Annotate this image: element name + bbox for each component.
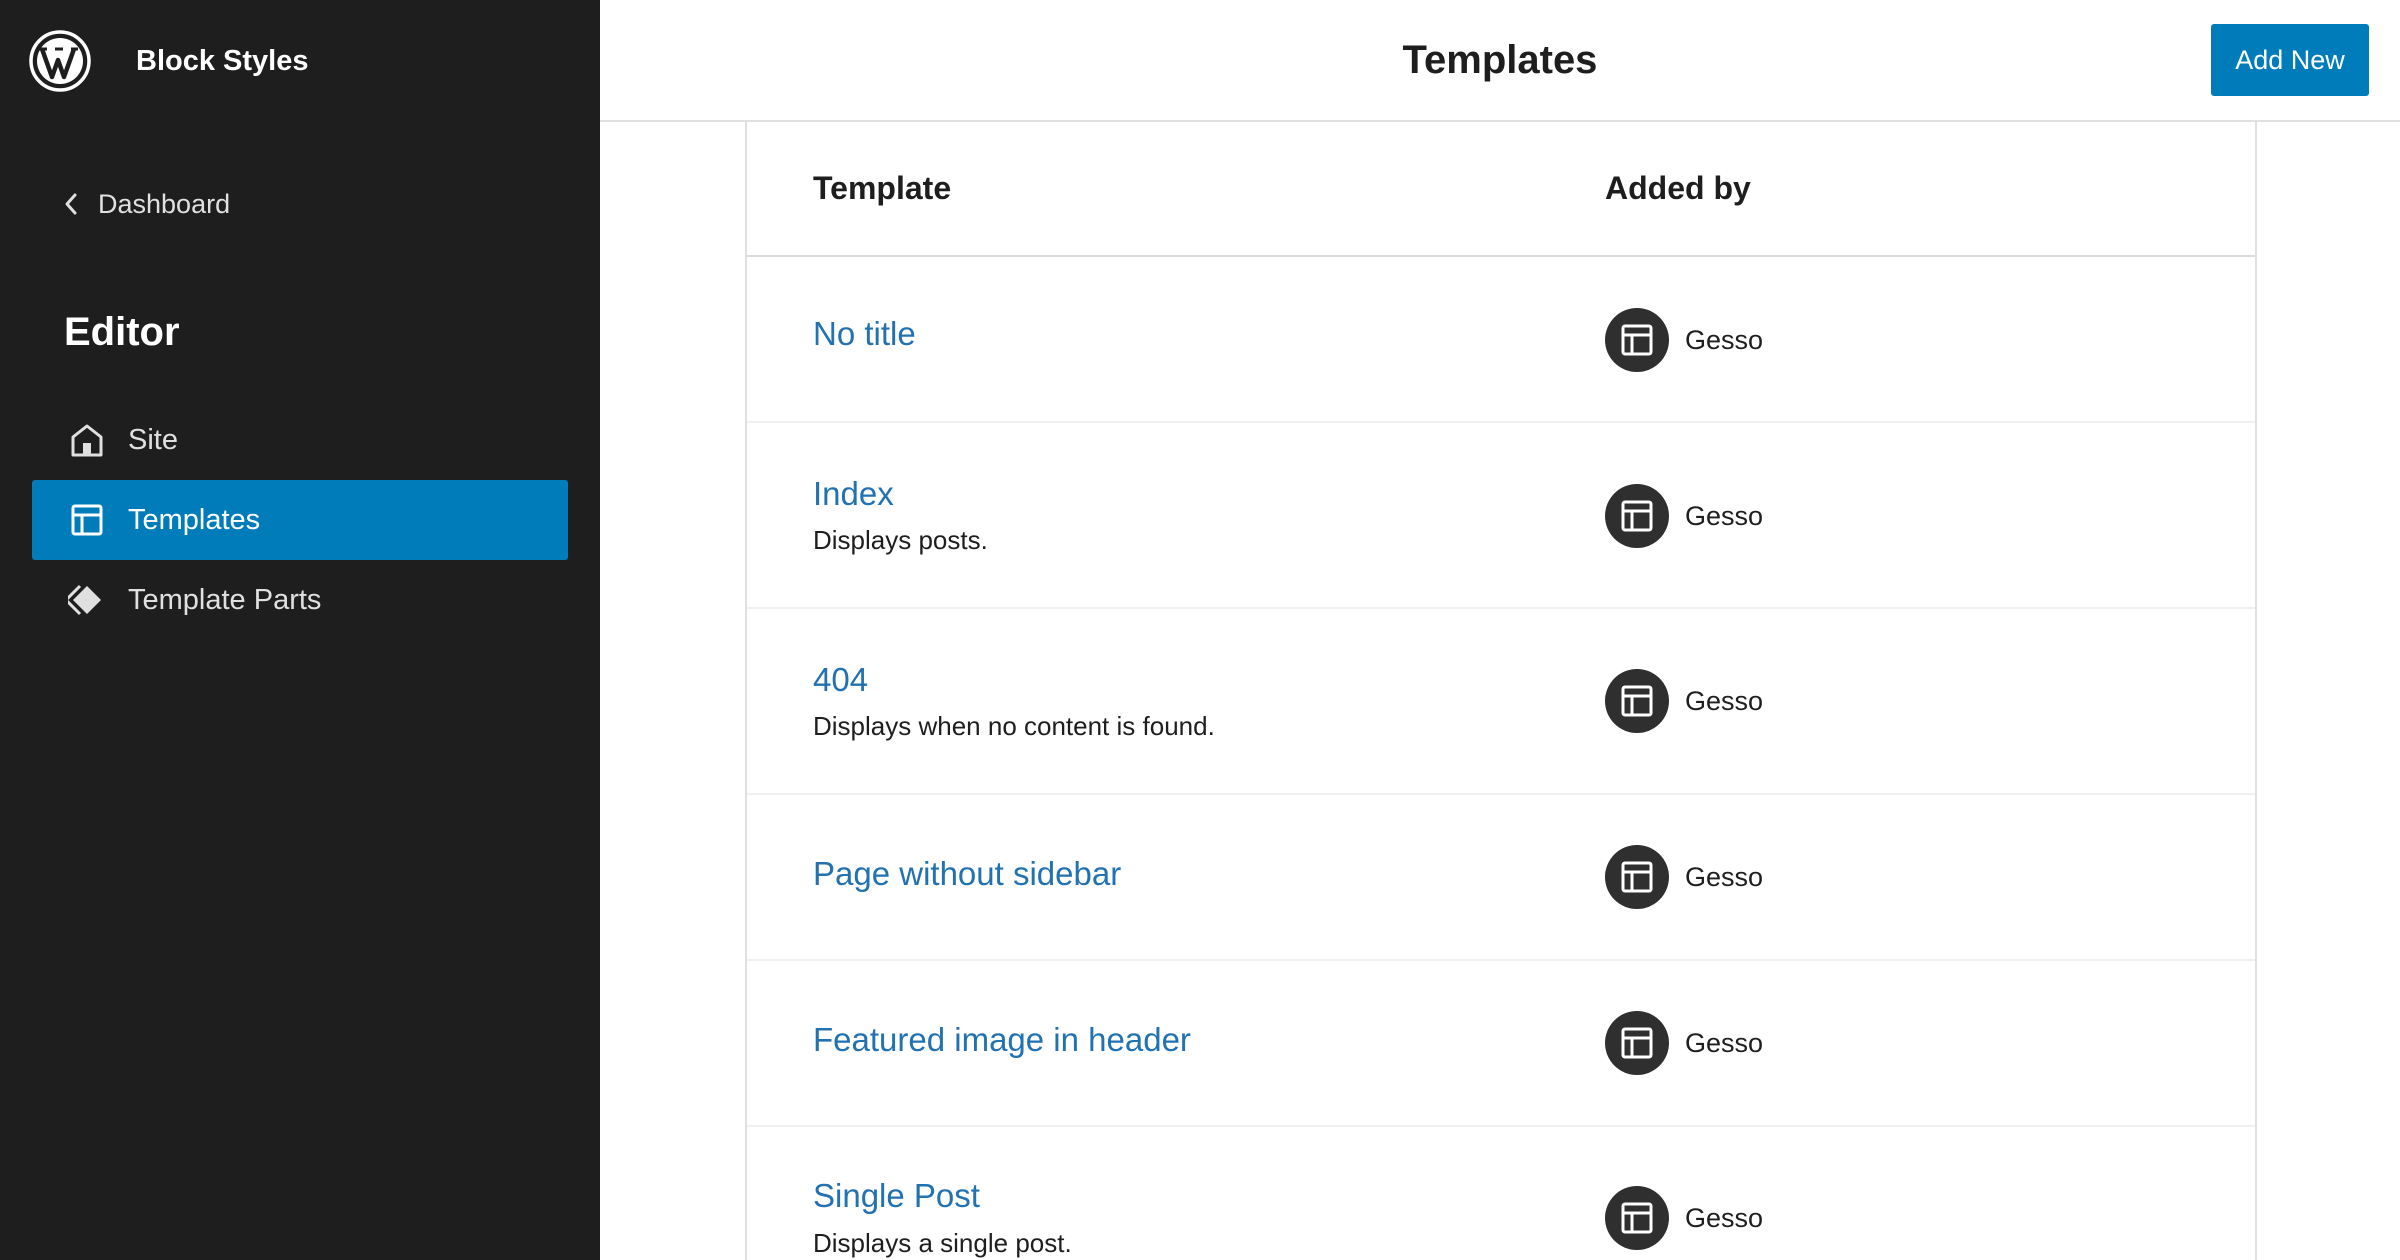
table-row: 404 Displays when no content is found. G… xyxy=(747,609,2255,795)
header: Templates Add New xyxy=(600,0,2400,122)
template-title-link[interactable]: Featured image in header xyxy=(813,1021,1191,1059)
table-header: Template Added by xyxy=(747,122,2255,257)
layout-icon xyxy=(1621,324,1653,356)
nav-item-label: Template Parts xyxy=(128,583,322,616)
site-hub: Block Styles xyxy=(28,28,308,94)
author-cell: Gesso xyxy=(1605,1186,1763,1250)
author-name: Gesso xyxy=(1685,1027,1764,1058)
nav-item-site[interactable]: Site xyxy=(32,400,568,480)
author-cell: Gesso xyxy=(1605,1011,1763,1075)
wordpress-logo-icon[interactable] xyxy=(28,29,92,93)
template-title-link[interactable]: No title xyxy=(813,315,916,353)
template-title-link[interactable]: 404 xyxy=(813,661,868,699)
layout-icon xyxy=(1621,500,1653,532)
nav-item-template-parts[interactable]: Template Parts xyxy=(32,560,568,640)
template-description: Displays a single post. xyxy=(813,1228,1072,1258)
layout-icon xyxy=(1621,1027,1653,1059)
author-cell: Gesso xyxy=(1605,484,1763,548)
table-row: Featured image in header Gesso xyxy=(747,961,2255,1127)
author-avatar xyxy=(1605,669,1669,733)
column-header-added-by: Added by xyxy=(1605,170,1751,206)
editor-heading: Editor xyxy=(64,310,180,354)
layout-icon xyxy=(71,504,103,536)
site-title[interactable]: Block Styles xyxy=(136,28,308,94)
templates-table: Template Added by No title Gesso Index D… xyxy=(745,122,2257,1260)
templates-list: Template Added by No title Gesso Index D… xyxy=(600,122,2400,1260)
author-name: Gesso xyxy=(1685,1202,1764,1233)
nav-item-templates[interactable]: Templates xyxy=(32,480,568,560)
author-avatar xyxy=(1605,484,1669,548)
nav-item-label: Templates xyxy=(128,503,261,536)
author-name: Gesso xyxy=(1685,685,1764,716)
template-title-link[interactable]: Page without sidebar xyxy=(813,855,1121,893)
table-row: Single Post Displays a single post. Gess… xyxy=(747,1127,2255,1260)
author-name: Gesso xyxy=(1685,861,1764,892)
chevron-left-icon xyxy=(65,193,77,215)
site-editor: Block Styles Dashboard Editor Site Templ… xyxy=(0,0,2400,1260)
layout-icon xyxy=(1621,861,1653,893)
author-avatar xyxy=(1605,1011,1669,1075)
template-title-link[interactable]: Index xyxy=(813,475,894,513)
nav-item-label: Site xyxy=(128,423,178,456)
layout-icon xyxy=(1621,1202,1653,1234)
author-cell: Gesso xyxy=(1605,669,1763,733)
column-header-template: Template xyxy=(813,170,952,206)
author-avatar xyxy=(1605,1186,1669,1250)
home-icon xyxy=(71,424,103,457)
sidebar: Block Styles Dashboard Editor Site Templ… xyxy=(0,0,600,1260)
table-row: Page without sidebar Gesso xyxy=(747,795,2255,961)
layout-icon xyxy=(1621,685,1653,717)
add-new-button[interactable]: Add New xyxy=(2211,24,2369,96)
editor-nav: Site Templates Template Parts xyxy=(32,400,568,640)
table-row: Index Displays posts. Gesso xyxy=(747,423,2255,609)
template-description: Displays when no content is found. xyxy=(813,711,1215,741)
back-to-dashboard-link[interactable]: Dashboard xyxy=(60,184,230,224)
author-name: Gesso xyxy=(1685,324,1764,355)
author-name: Gesso xyxy=(1685,500,1764,531)
author-cell: Gesso xyxy=(1605,845,1763,909)
author-avatar xyxy=(1605,308,1669,372)
back-link-label: Dashboard xyxy=(98,188,231,219)
page-title: Templates xyxy=(1402,38,1598,82)
symbol-filled-icon xyxy=(68,584,101,616)
author-cell: Gesso xyxy=(1605,308,1763,372)
author-avatar xyxy=(1605,845,1669,909)
template-title-link[interactable]: Single Post xyxy=(813,1177,980,1215)
table-row: No title Gesso xyxy=(747,257,2255,423)
template-description: Displays posts. xyxy=(813,525,988,555)
